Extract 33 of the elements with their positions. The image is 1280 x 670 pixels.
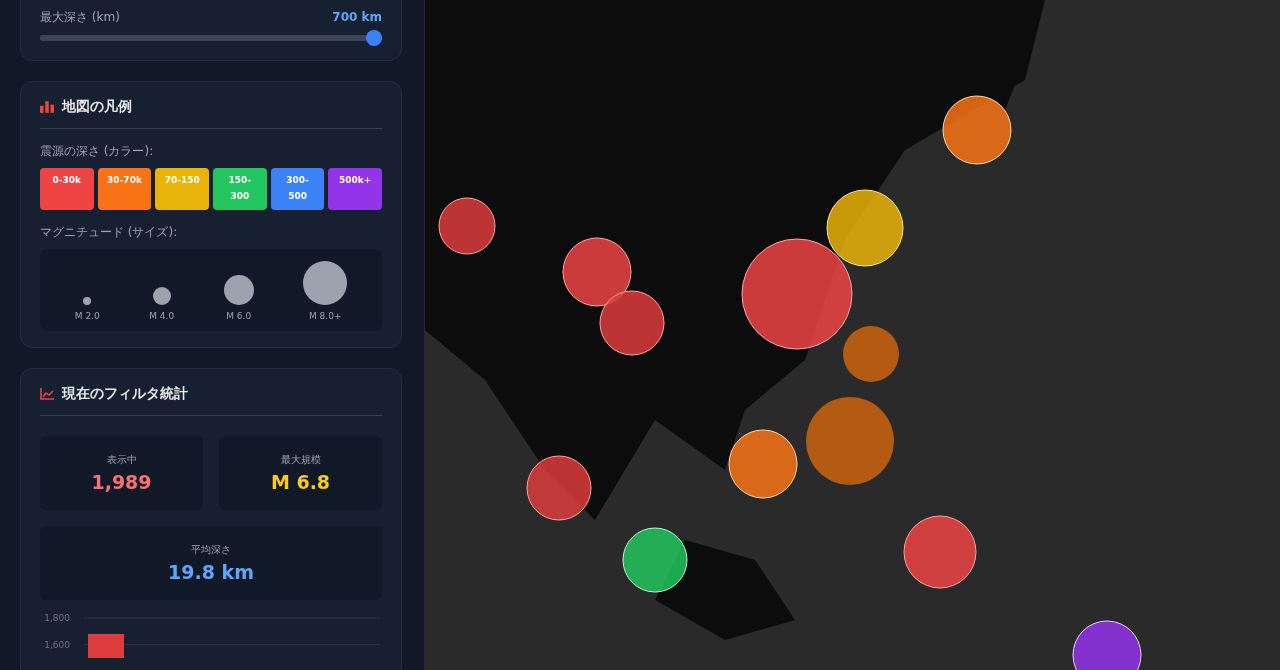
stat-label: 平均深さ: [191, 543, 231, 557]
magnitude-text: M 8.0+: [308, 311, 342, 321]
magnitude-text: M 4.0: [149, 311, 175, 321]
line-chart-icon: [40, 388, 54, 400]
depth-chip: 70-150: [155, 168, 209, 210]
depth-label: 震源の深さ (カラー):: [40, 143, 155, 160]
depth-chip: 300-500: [270, 168, 325, 210]
size-dot: [152, 287, 171, 305]
axis-tick: 1,600: [44, 639, 70, 650]
slider-thumb[interactable]: [366, 30, 382, 46]
stats-title: 現在のフィルタ統計: [62, 385, 188, 403]
stat-value: M 6.8: [270, 471, 331, 493]
depth-chip: 30-70k: [97, 168, 152, 210]
size-dot: [303, 261, 348, 305]
stat-label: 表示中: [106, 453, 137, 467]
stat-value: 1,989: [91, 471, 152, 493]
slider-value: 700 km: [332, 10, 382, 24]
magnitude-label: マグニチュード (サイズ):: [40, 224, 179, 241]
chart-bar: [88, 634, 124, 658]
depth-chip: 0-30k: [40, 168, 94, 210]
size-dot: [83, 297, 92, 305]
magnitude-text: M 2.0: [74, 311, 100, 321]
depth-chip: 150-300: [213, 168, 267, 210]
bar-chart-icon: [40, 101, 54, 113]
axis-tick: 1,800: [44, 613, 70, 623]
stat-label: 最大規模: [280, 453, 321, 467]
depth-slider[interactable]: [40, 30, 382, 46]
slider-label: 最大深さ (km): [40, 9, 120, 26]
magnitude-text: M 6.0: [226, 311, 252, 321]
stat-value: 19.8 km: [168, 561, 254, 583]
depth-chip: 500k+: [328, 168, 383, 210]
legend-title: 地図の凡例: [62, 98, 132, 116]
size-dot: [223, 275, 254, 305]
